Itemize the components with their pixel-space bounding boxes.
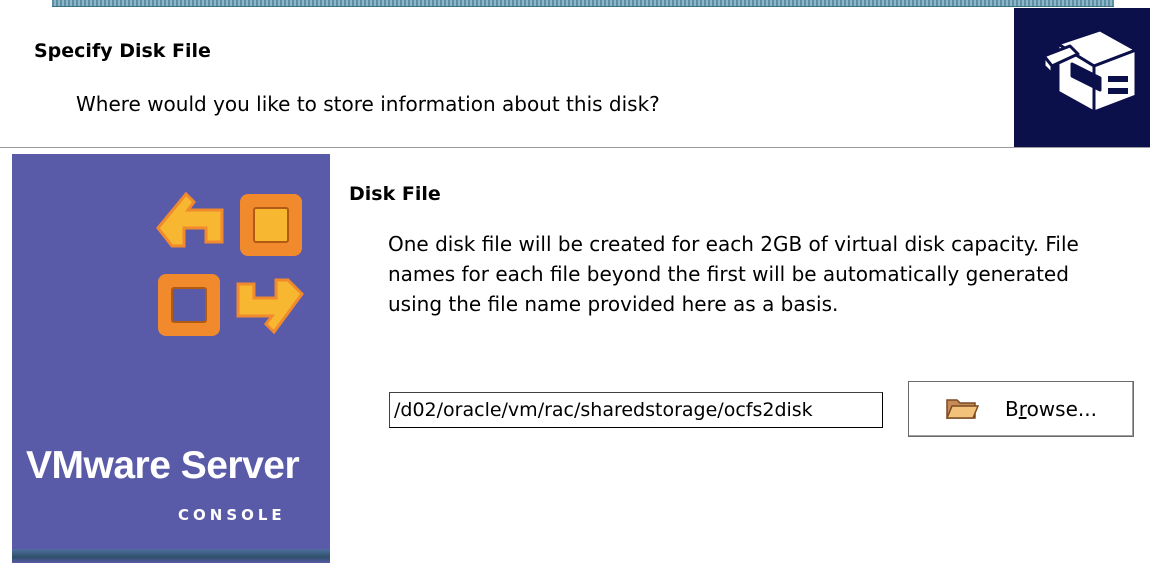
- title-bar-edge: [52, 0, 1114, 7]
- wizard-header: Specify Disk File Where would you like t…: [0, 8, 1150, 148]
- vmware-logo-icon: [156, 191, 304, 336]
- section-title: Disk File: [349, 183, 441, 205]
- sidebar-brand-panel: VMware Server CONSOLE: [12, 154, 330, 563]
- browse-button-label: Browse...: [1005, 397, 1097, 421]
- sidebar-wave-decoration: [12, 549, 330, 563]
- disk-file-path-input[interactable]: [389, 392, 883, 428]
- page-title: Specify Disk File: [34, 40, 211, 62]
- folder-icon: [945, 394, 980, 425]
- brand-subtitle: CONSOLE: [178, 506, 286, 524]
- page-subtitle: Where would you like to store informatio…: [76, 92, 660, 116]
- disk-drive-icon: [1014, 8, 1150, 147]
- header-divider: [0, 147, 1150, 148]
- browse-button[interactable]: Browse...: [908, 381, 1134, 437]
- brand-name: VMware Server: [26, 444, 300, 487]
- section-description: One disk file will be created for each 2…: [388, 232, 1079, 316]
- top-strip: [0, 0, 1150, 8]
